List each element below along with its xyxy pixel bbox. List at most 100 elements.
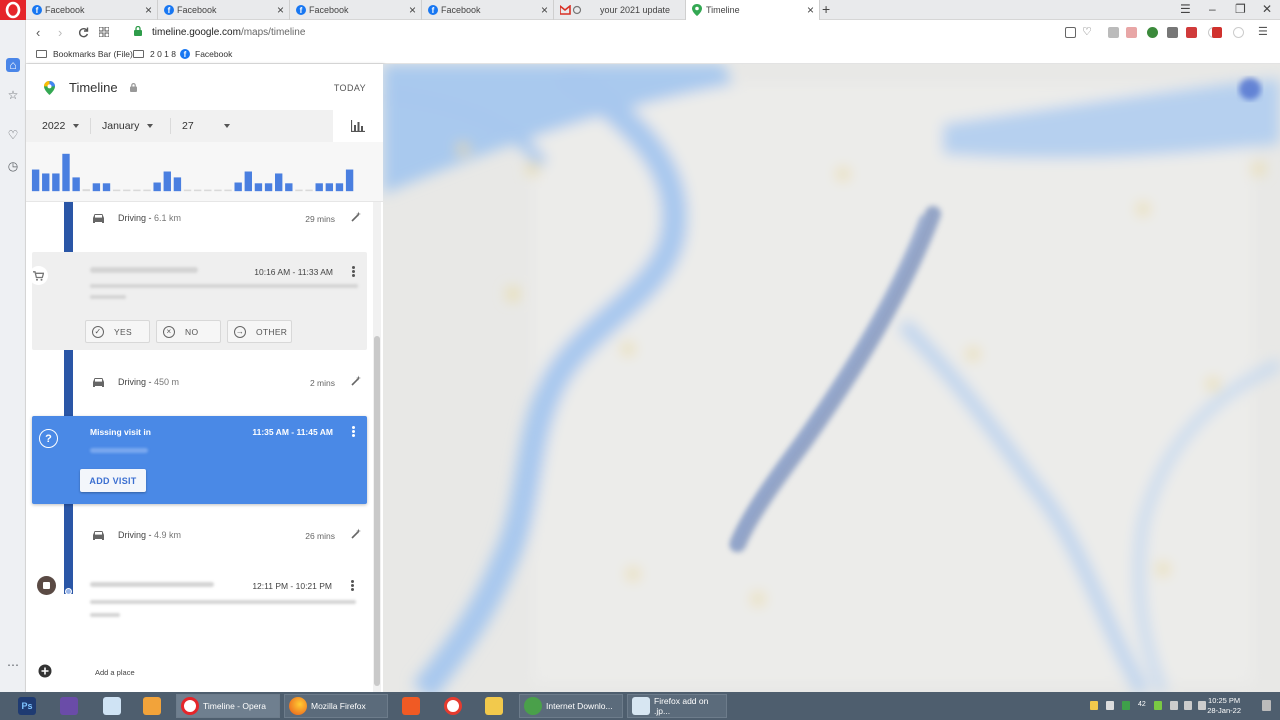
histogram-bar[interactable]	[31, 169, 40, 192]
histogram-bar[interactable]	[183, 189, 192, 192]
taskbar-notepad[interactable]	[103, 694, 125, 718]
forward-icon[interactable]: ›	[58, 25, 62, 40]
confirm-no-button[interactable]: × NO	[156, 320, 221, 343]
histogram-bar[interactable]	[153, 182, 161, 192]
add-place-link[interactable]: Add a place	[95, 668, 135, 677]
histogram-bar[interactable]	[173, 177, 182, 192]
history-clock-icon[interactable]: ◷	[6, 159, 20, 173]
month-select[interactable]: January	[102, 120, 154, 132]
histogram-bar[interactable]	[204, 189, 212, 192]
histogram-bar[interactable]	[345, 169, 354, 192]
edit-wand-icon[interactable]	[351, 375, 362, 386]
taskbar-file-explorer[interactable]	[485, 694, 507, 718]
restore-icon[interactable]: ❐	[1235, 2, 1246, 16]
taskbar-opera[interactable]: Timeline - Opera	[176, 694, 280, 718]
histogram-bar[interactable]	[234, 182, 242, 192]
tray-icon[interactable]	[1090, 701, 1098, 710]
close-icon[interactable]: ×	[541, 3, 548, 17]
url-field[interactable]: timeline.google.com/maps/timeline	[152, 27, 305, 38]
extension-icon[interactable]	[1233, 27, 1244, 38]
taskbar-firefox[interactable]: Mozilla Firefox	[284, 694, 388, 718]
map-view[interactable]	[383, 64, 1280, 692]
easy-setup-menu-icon[interactable]: ☰	[1258, 27, 1269, 38]
histogram-bar[interactable]	[143, 189, 151, 192]
scrollbar-thumb[interactable]	[374, 336, 380, 686]
confirm-other-button[interactable]: → OTHER	[227, 320, 292, 343]
tray-icon[interactable]	[1122, 701, 1130, 710]
histogram-bar[interactable]	[244, 171, 252, 192]
close-window-icon[interactable]: ✕	[1262, 2, 1272, 16]
histogram-bar[interactable]	[112, 189, 121, 192]
tab-facebook-4[interactable]: f Facebook ×	[422, 0, 554, 20]
volume-icon[interactable]	[1170, 701, 1178, 710]
bookmark-folder-2018[interactable]: 2 0 1 8	[133, 49, 176, 59]
more-dots-icon[interactable]: ⋯	[6, 658, 20, 672]
battery-icon[interactable]	[1198, 701, 1206, 710]
histogram-bar[interactable]	[285, 183, 293, 192]
histogram-bar[interactable]	[42, 173, 50, 192]
histogram-bar[interactable]	[193, 189, 202, 192]
network-icon[interactable]	[1184, 701, 1192, 710]
edit-wand-icon[interactable]	[351, 528, 362, 539]
tab-gmail[interactable]: your 2021 update	[554, 0, 686, 20]
extension-icon[interactable]	[1212, 27, 1222, 38]
histogram-bar[interactable]	[275, 173, 283, 192]
action-center-icon[interactable]	[1262, 700, 1271, 711]
close-icon[interactable]: ×	[145, 3, 152, 17]
histogram-bar[interactable]	[92, 183, 101, 192]
histogram-bar[interactable]	[163, 171, 171, 192]
unconfirmed-visit-card[interactable]: 10:16 AM - 11:33 AM ✓ YES × NO → OTHER	[29, 252, 367, 350]
histogram-bar[interactable]	[295, 189, 303, 192]
histogram-bar[interactable]	[52, 173, 60, 192]
close-icon[interactable]: ×	[277, 3, 284, 17]
close-icon[interactable]: ×	[807, 3, 814, 17]
histogram-bar[interactable]	[62, 153, 70, 192]
home-icon[interactable]: ⌂	[6, 58, 20, 72]
histogram-bar[interactable]	[133, 189, 141, 192]
tab-menu-icon[interactable]: ☰	[1180, 2, 1191, 16]
histogram-bar[interactable]	[123, 189, 131, 192]
today-button[interactable]: TODAY	[334, 83, 366, 93]
minimize-icon[interactable]: –	[1209, 2, 1216, 16]
driving-segment[interactable]: Driving - 450 m 2 mins	[26, 368, 383, 398]
more-vert-icon[interactable]	[352, 266, 355, 277]
final-stay-entry[interactable]: 12:11 PM - 10:21 PM	[26, 570, 366, 640]
reload-icon[interactable]	[78, 27, 89, 38]
taskbar-photoshop[interactable]: Ps	[18, 694, 40, 718]
taskbar-idm[interactable]: Internet Downlo...	[519, 694, 623, 718]
histogram-bar[interactable]	[315, 183, 323, 192]
taskbar-paint[interactable]: Firefox add on .jp...	[627, 694, 727, 718]
missing-visit-card[interactable]: ? Missing visit in 11:35 AM - 11:45 AM A…	[32, 416, 367, 504]
stats-chart-button[interactable]	[333, 110, 383, 142]
taskbar-media-player[interactable]	[143, 694, 165, 718]
close-icon[interactable]: ×	[409, 3, 416, 17]
histogram-bar[interactable]	[335, 183, 344, 192]
tab-facebook-1[interactable]: f Facebook ×	[26, 0, 158, 20]
add-visit-button[interactable]: ADD VISIT	[80, 469, 146, 492]
extension-icon[interactable]	[1186, 27, 1197, 38]
taskbar-screen-recorder[interactable]	[444, 694, 466, 718]
histogram-bar[interactable]	[102, 183, 111, 192]
download-extension-icon[interactable]	[1108, 27, 1119, 38]
back-icon[interactable]: ‹	[36, 25, 40, 40]
bookmark-facebook[interactable]: f Facebook	[180, 49, 232, 59]
taskbar-brave[interactable]	[402, 694, 424, 718]
histogram-bar[interactable]	[214, 189, 222, 192]
bookmark-heart-icon[interactable]: ♡	[1082, 27, 1093, 38]
daily-activity-histogram[interactable]	[26, 142, 383, 202]
tab-timeline[interactable]: Timeline ×	[686, 0, 820, 20]
tab-facebook-2[interactable]: f Facebook ×	[158, 0, 290, 20]
histogram-bar[interactable]	[325, 183, 334, 192]
new-tab-plus-icon[interactable]: +	[822, 1, 830, 17]
opera-logo-icon[interactable]	[0, 0, 26, 20]
histogram-bar[interactable]	[305, 189, 313, 192]
histogram-bar[interactable]	[224, 189, 232, 192]
taskbar-visual-studio[interactable]	[60, 694, 82, 718]
histogram-bar[interactable]	[72, 177, 80, 192]
edit-wand-icon[interactable]	[351, 211, 362, 222]
year-select[interactable]: 2022	[42, 120, 80, 132]
feed-scrollbar[interactable]	[373, 202, 381, 692]
star-icon[interactable]: ☆	[6, 88, 20, 102]
day-select[interactable]: 27	[182, 120, 230, 132]
more-vert-icon[interactable]	[351, 580, 354, 591]
